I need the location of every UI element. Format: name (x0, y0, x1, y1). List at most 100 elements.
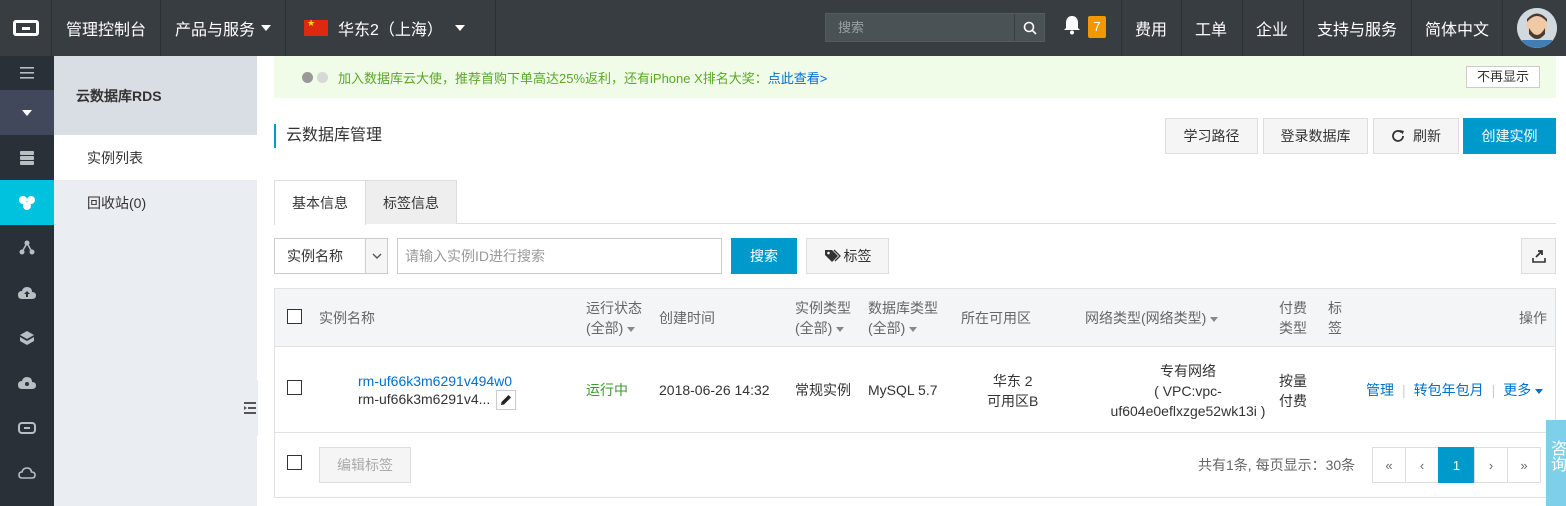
col-db-type-label: 数据库类型 (868, 300, 938, 316)
chevron-down-icon (372, 253, 381, 259)
page-1-button[interactable]: 1 (1438, 447, 1475, 483)
fees-link[interactable]: 费用 (1121, 0, 1180, 56)
edit-name-button[interactable] (496, 390, 517, 411)
tab-bar: 基本信息 标签信息 (274, 180, 1556, 225)
col-created: 创建时间 (659, 310, 715, 326)
filter-caret-icon (627, 326, 636, 332)
sidebar-item-recycle-bin[interactable]: 回收站(0) (54, 180, 257, 225)
instance-search-input[interactable] (397, 238, 722, 274)
instance-id-link[interactable]: rm-uf66k3m6291v494w0 (358, 371, 512, 391)
products-label: 产品与服务 (175, 22, 256, 39)
notifications-button[interactable] (1063, 15, 1081, 38)
sidebar-collapse-handle[interactable] (242, 380, 258, 436)
tab-basic-info[interactable]: 基本信息 (274, 180, 366, 225)
col-network[interactable]: 网络类型(网络类型) (1085, 308, 1219, 328)
page-title: 云数据库管理 (274, 124, 382, 148)
rail-collapse[interactable] (0, 90, 54, 135)
search-field-select[interactable]: 实例名称 (274, 238, 388, 274)
manage-link[interactable]: 管理 (1366, 382, 1394, 398)
edit-tags-button[interactable]: 编辑标签 (319, 447, 411, 483)
search-icon (1023, 21, 1037, 35)
network-line3: uf604e0eflxzge52wk13i ) (1110, 403, 1266, 419)
zone: 华东 2 可用区B (987, 371, 1038, 411)
table-header: 实例名称 运行状态 (全部) 创建时间 实例类型 (全部) 数据库类型 (全部)… (275, 289, 1555, 347)
convert-subscription-link[interactable]: 转包年包月 (1414, 382, 1484, 398)
col-status[interactable]: 运行状态 (全部) (586, 298, 642, 338)
col-name: 实例名称 (319, 310, 375, 326)
prev-page-button[interactable]: ‹ (1405, 447, 1439, 483)
search-field-value: 实例名称 (287, 248, 343, 264)
refresh-button[interactable]: 刷新 (1373, 118, 1459, 154)
bell-icon (1064, 16, 1080, 35)
col-network-label: 网络类型(网络类型) (1085, 310, 1207, 326)
more-label: 更多 (1503, 382, 1532, 398)
last-page-button[interactable]: » (1507, 447, 1541, 483)
global-search-input[interactable] (826, 14, 1014, 41)
rail-rds[interactable] (0, 180, 54, 225)
tag-filter-button[interactable]: 标签 (806, 238, 889, 274)
icon-rail (0, 56, 54, 506)
rail-storage[interactable] (0, 315, 54, 360)
enterprise-link[interactable]: 企业 (1242, 0, 1301, 56)
created-time: 2018-06-26 14:32 (659, 382, 770, 398)
next-page-button[interactable]: › (1474, 447, 1508, 483)
rail-menu-toggle[interactable] (0, 56, 54, 90)
rail-cloud-upload[interactable] (0, 270, 54, 315)
login-database-button[interactable]: 登录数据库 (1263, 118, 1368, 154)
table-row: rm-uf66k3m6291v494w0 rm-uf66k3m6291v4...… (275, 347, 1555, 433)
sidebar-item-instances[interactable]: 实例列表 (54, 135, 257, 180)
rail-link[interactable] (0, 405, 54, 450)
filter-caret-icon (836, 326, 845, 332)
support-link[interactable]: 支持与服务 (1303, 0, 1410, 56)
notification-badge: 7 (1088, 16, 1106, 38)
region-selector[interactable]: 华东2（上海） (286, 0, 496, 56)
language-selector[interactable]: 简体中文 (1411, 0, 1504, 56)
china-flag-icon (304, 18, 329, 36)
col-db-type-filter: (全部) (868, 320, 906, 336)
avatar-icon (1517, 8, 1557, 48)
col-type[interactable]: 实例类型 (全部) (795, 298, 851, 338)
network-line2: ( VPC:vpc- (1154, 383, 1222, 399)
pay-type: 按量 付费 (1279, 371, 1307, 411)
server-icon (20, 150, 34, 165)
rail-network[interactable] (0, 225, 54, 270)
products-menu[interactable]: 产品与服务 (161, 0, 287, 56)
col-db-type[interactable]: 数据库类型 (全部) (868, 298, 938, 338)
select-all-checkbox[interactable] (287, 309, 302, 324)
rail-cloud-settings[interactable] (0, 360, 54, 405)
select-arrow (365, 239, 387, 273)
action-separator: | (1491, 382, 1496, 398)
rail-cloud[interactable] (0, 450, 54, 495)
col-pay-line2: 类型 (1279, 320, 1307, 336)
row-checkbox[interactable] (287, 380, 302, 395)
instance-type: 常规实例 (795, 382, 851, 398)
create-instance-button[interactable]: 创建实例 (1463, 118, 1556, 154)
zone-line2: 可用区B (987, 393, 1039, 409)
col-tag: 标 签 (1328, 298, 1342, 338)
col-status-label: 运行状态 (586, 300, 642, 316)
export-button[interactable] (1521, 238, 1556, 274)
tickets-link[interactable]: 工单 (1181, 0, 1240, 56)
instance-table: 实例名称 运行状态 (全部) 创建时间 实例类型 (全部) 数据库类型 (全部)… (274, 288, 1556, 498)
aliyun-logo-icon (12, 20, 39, 36)
cloud-upload-icon (18, 286, 36, 299)
carousel-dot-active[interactable] (302, 71, 313, 83)
console-home-link[interactable]: 管理控制台 (52, 0, 162, 56)
search-submit-button[interactable]: 搜索 (731, 238, 797, 274)
col-type-label: 实例类型 (795, 300, 851, 316)
first-page-button[interactable]: « (1372, 447, 1406, 483)
table-footer: 编辑标签 共有1条, 每页显示：30条 « ‹ 1 › » (275, 433, 1555, 497)
learning-path-button[interactable]: 学习路径 (1165, 118, 1258, 154)
search-button[interactable] (1014, 14, 1044, 41)
user-avatar[interactable] (1517, 8, 1557, 48)
consult-widget[interactable]: 咨询 (1546, 420, 1566, 506)
dismiss-promo-button[interactable]: 不再显示 (1465, 66, 1540, 88)
promo-link[interactable]: 点此查看> (768, 68, 828, 87)
top-navbar: 管理控制台 产品与服务 华东2（上海） 7 费用 工单 企业 支持与服务 简体中… (0, 0, 1566, 56)
tab-tag-info[interactable]: 标签信息 (365, 180, 457, 224)
carousel-dot[interactable] (317, 71, 328, 83)
aliyun-logo[interactable] (0, 0, 52, 56)
footer-select-all-checkbox[interactable] (287, 455, 302, 470)
more-actions-dropdown[interactable]: 更多 (1503, 382, 1544, 398)
rail-server[interactable] (0, 135, 54, 180)
